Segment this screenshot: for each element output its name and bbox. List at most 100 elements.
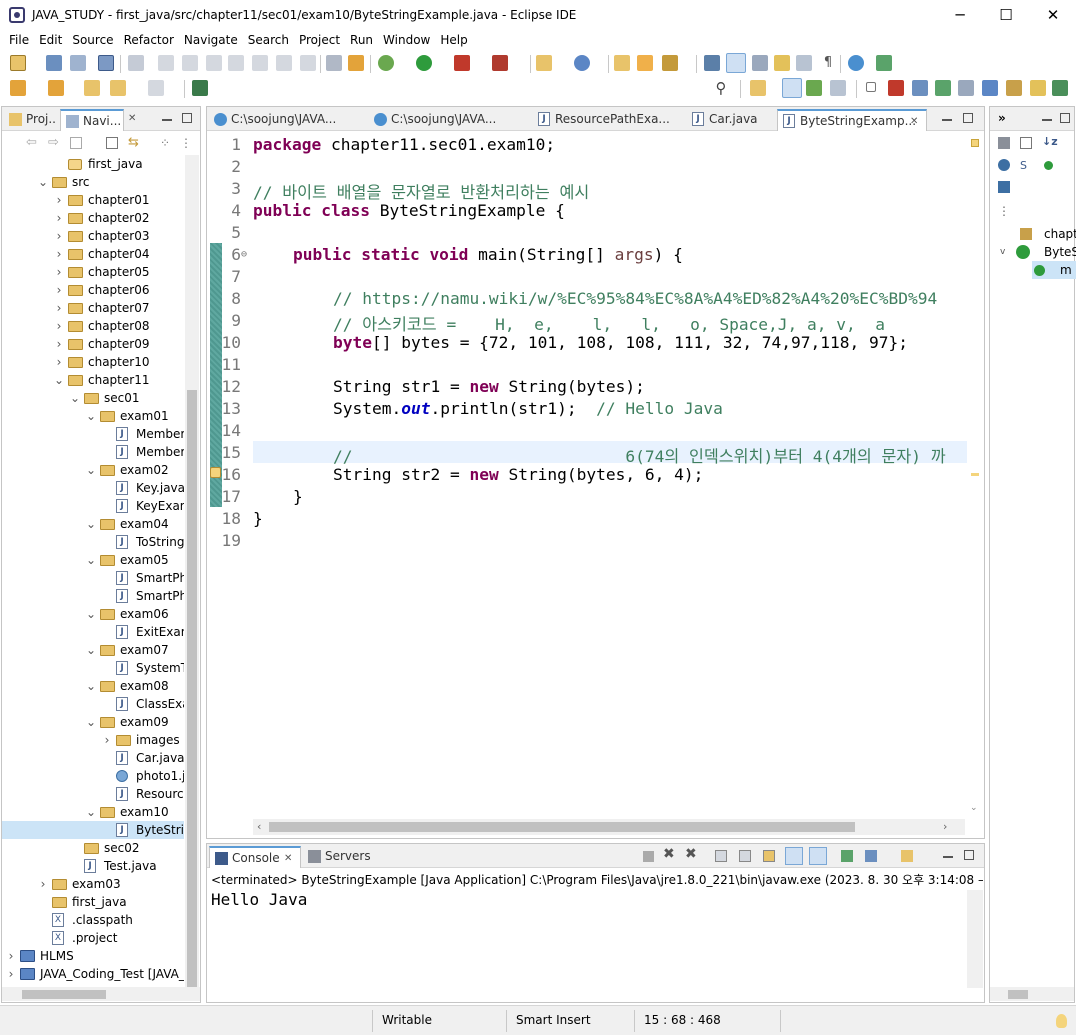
open-task-icon[interactable] <box>326 55 342 71</box>
next-annotation-icon[interactable] <box>10 80 26 96</box>
editor-tab-car[interactable]: J Car.java <box>687 109 775 131</box>
deploy-icon[interactable] <box>876 55 892 71</box>
svn-icon[interactable] <box>1030 80 1046 96</box>
tree-item[interactable]: › HLMS <box>2 947 184 965</box>
tree-scroll-thumb[interactable] <box>187 390 197 995</box>
git-perspective-icon[interactable] <box>830 80 846 96</box>
focus-icon[interactable] <box>998 137 1010 149</box>
tree-item[interactable]: ⌄ exam09 <box>2 713 184 731</box>
tree-item[interactable]: ⌄ exam06 <box>2 605 184 623</box>
editor-tab-bytestring[interactable]: J ByteStringExamp... ✕ <box>777 109 927 131</box>
prev-annotation-icon[interactable] <box>48 80 64 96</box>
outline-item-package[interactable]: chapt <box>1020 225 1076 243</box>
whitespace-icon[interactable] <box>796 55 812 71</box>
chevron-right-icon[interactable]: › <box>6 947 16 965</box>
terminate-console-icon[interactable] <box>643 851 654 862</box>
sort-icon[interactable]: ↓z <box>1042 135 1058 148</box>
tree-item[interactable]: J ClassExample.java <box>2 695 184 713</box>
up-icon[interactable] <box>70 137 82 149</box>
external-tools-icon[interactable] <box>492 55 508 71</box>
scroll-down-icon[interactable]: ⌄ <box>970 803 978 813</box>
tree-item[interactable]: X .classpath <box>2 911 184 929</box>
tree-item[interactable]: › exam03 <box>2 875 184 893</box>
chevron-right-icon[interactable]: › <box>54 209 64 227</box>
pin-console-icon[interactable] <box>841 850 853 862</box>
maximize-view-icon[interactable] <box>182 113 192 123</box>
clear-console-icon[interactable] <box>715 850 727 862</box>
tree-item[interactable]: › chapter04 <box>2 245 184 263</box>
disconnect-icon[interactable] <box>228 55 244 71</box>
pilcrow-icon[interactable]: ¶ <box>820 55 836 71</box>
link-icon[interactable] <box>348 55 364 71</box>
chevron-down-icon[interactable]: ⌄ <box>86 551 96 569</box>
show-stderr-icon[interactable] <box>809 847 827 865</box>
overview-ruler[interactable]: ⌄ <box>967 131 984 819</box>
hide-fields-icon[interactable] <box>998 159 1010 171</box>
editor-tab-browser-2[interactable]: C:\soojung\JAVA... <box>369 109 531 131</box>
close-tab-icon[interactable]: ✕ <box>910 111 918 131</box>
tab-console[interactable]: Console ✕ <box>209 846 301 868</box>
tree-item[interactable]: › chapter08 <box>2 317 184 335</box>
console-icon[interactable] <box>98 55 114 71</box>
save-all-icon[interactable] <box>70 55 86 71</box>
outline-hscroll-thumb[interactable] <box>1008 990 1028 999</box>
search-toolbar-icon[interactable] <box>662 55 678 71</box>
run-icon[interactable] <box>416 55 432 71</box>
open-perspective-icon[interactable] <box>750 80 766 96</box>
tree-horizontal-scrollbar[interactable] <box>2 987 200 1001</box>
terminate-icon[interactable] <box>206 55 222 71</box>
tree-item[interactable]: › chapter10 <box>2 353 184 371</box>
tree-item[interactable]: J SmartPhoneExample.java <box>2 587 184 605</box>
tree-item[interactable]: sec02 <box>2 839 184 857</box>
editor-hscroll-thumb[interactable] <box>269 822 855 832</box>
outline-menu-icon[interactable]: ⋮ <box>998 204 1010 218</box>
collapse-all-icon[interactable] <box>106 137 118 149</box>
remove-launch-icon[interactable]: ✖ <box>663 846 675 862</box>
tab-servers[interactable]: Servers <box>303 846 373 868</box>
chevron-right-icon[interactable]: › <box>102 731 112 749</box>
chevron-right-icon[interactable]: › <box>54 263 64 281</box>
menu-window[interactable]: Window <box>378 30 435 51</box>
maximize-outline-icon[interactable] <box>1060 113 1070 123</box>
pin-editor-icon[interactable] <box>192 80 208 96</box>
toggle-mark-icon[interactable] <box>704 55 720 71</box>
chevron-right-icon[interactable]: › <box>38 875 48 893</box>
tree-item[interactable]: › chapter03 <box>2 227 184 245</box>
forward-arrow-icon[interactable]: ⇨ <box>48 135 59 150</box>
tree-item[interactable]: J Key.java <box>2 479 184 497</box>
tree-item[interactable]: J SmartPhone.java <box>2 569 184 587</box>
hide-static-icon[interactable]: S <box>1020 159 1027 172</box>
console-output[interactable]: Hello Java <box>211 890 307 909</box>
tree-item[interactable]: photo1.jpg <box>2 767 184 785</box>
tree-item[interactable]: › images <box>2 731 184 749</box>
tree-hscroll-thumb[interactable] <box>22 990 106 999</box>
tree-item[interactable]: ⌄ exam10 <box>2 803 184 821</box>
tree-vertical-scrollbar[interactable] <box>185 155 199 995</box>
overview-marker[interactable] <box>971 139 979 147</box>
chevron-right-icon[interactable]: › <box>54 353 64 371</box>
git-icon[interactable] <box>1006 80 1022 96</box>
tree-item[interactable]: › chapter06 <box>2 281 184 299</box>
menu-file[interactable]: File <box>4 30 34 51</box>
forward-icon[interactable] <box>148 80 164 96</box>
outline-horizontal-scrollbar[interactable] <box>990 987 1074 1001</box>
chevron-down-icon[interactable]: ⌄ <box>70 389 80 407</box>
web-icon[interactable] <box>958 80 974 96</box>
tree-item[interactable]: › chapter02 <box>2 209 184 227</box>
expand-icon[interactable]: v <box>1000 243 1005 261</box>
chevron-down-icon[interactable]: ⌄ <box>86 605 96 623</box>
last-edit-icon[interactable] <box>84 80 100 96</box>
tree-item[interactable]: ⌄ exam02 <box>2 461 184 479</box>
maximize-editor-icon[interactable] <box>963 113 973 123</box>
tree-item[interactable]: ⌄ exam04 <box>2 515 184 533</box>
chevron-down-icon[interactable]: ⌄ <box>38 173 48 191</box>
tree-item[interactable]: J Car.java <box>2 749 184 767</box>
tree-item[interactable]: ⌄ sec01 <box>2 389 184 407</box>
chevron-right-icon[interactable]: › <box>54 227 64 245</box>
new-java-project-icon[interactable] <box>536 55 552 71</box>
maximize-console-icon[interactable] <box>964 850 974 860</box>
menu-source[interactable]: Source <box>67 30 118 51</box>
chevron-right-icon[interactable]: › <box>54 299 64 317</box>
coverage-icon[interactable] <box>454 55 470 71</box>
chevron-down-icon[interactable]: ⌄ <box>86 641 96 659</box>
